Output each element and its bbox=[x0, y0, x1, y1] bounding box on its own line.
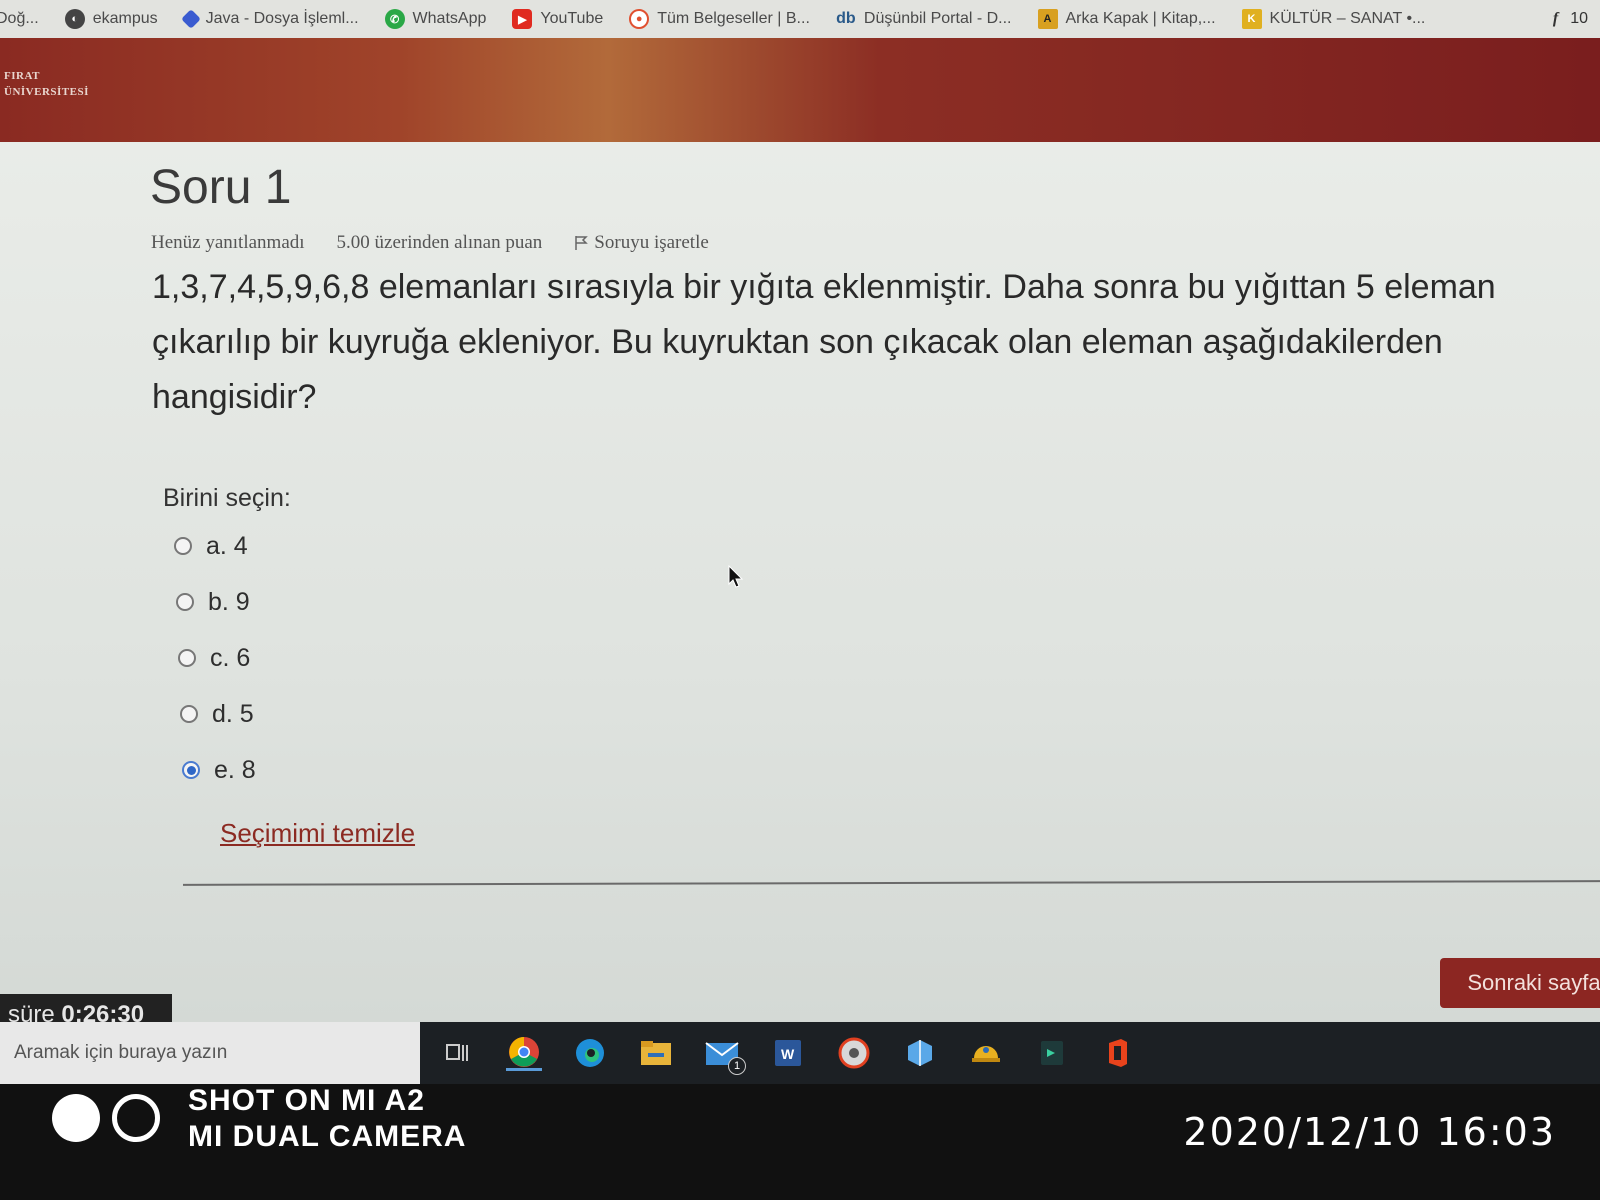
option-c-radio[interactable] bbox=[178, 649, 196, 667]
divider bbox=[182, 880, 1600, 886]
bookmark-dog[interactable]: Doğ... bbox=[0, 10, 39, 28]
next-page-button[interactable]: Sonraki sayfa bbox=[1440, 958, 1600, 1008]
word-icon[interactable]: W bbox=[770, 1035, 806, 1071]
camera-dot-filled-icon bbox=[52, 1094, 100, 1142]
youtube-icon: ▶ bbox=[512, 9, 533, 29]
option-a[interactable]: a. 4 bbox=[174, 518, 256, 574]
bookmark-ekampus[interactable]: ◐ ekampus bbox=[64, 9, 158, 29]
bookmark-whatsapp-label: WhatsApp bbox=[412, 10, 487, 27]
camera-dot-ring-icon bbox=[112, 1094, 160, 1142]
taskbar-apps: 1 W bbox=[440, 1035, 1136, 1075]
bookmark-ekampus-label: ekampus bbox=[92, 10, 158, 27]
option-e-radio[interactable] bbox=[182, 761, 200, 779]
file-explorer-icon[interactable] bbox=[638, 1035, 674, 1071]
whatsapp-icon: ✆ bbox=[384, 9, 405, 29]
mail-badge: 1 bbox=[728, 1057, 746, 1075]
windows-taskbar: Aramak için buraya yazın 1 W bbox=[0, 1022, 1600, 1084]
bookmark-dusunbil[interactable]: db Düşünbil Portal - D... bbox=[836, 9, 1012, 29]
bookmark-arka-kapak[interactable]: A Arka Kapak | Kitap,... bbox=[1037, 9, 1216, 29]
option-c[interactable]: c. 6 bbox=[178, 630, 256, 686]
option-d[interactable]: d. 5 bbox=[180, 686, 256, 742]
bookmark-kultur[interactable]: K KÜLTÜR – SANAT •... bbox=[1241, 9, 1426, 29]
option-e-label[interactable]: e. 8 bbox=[214, 756, 256, 785]
flag-icon bbox=[575, 236, 589, 250]
answer-prompt: Birini seçin: bbox=[163, 484, 291, 512]
answer-options: a. 4 b. 9 c. 6 d. 5 e. 8 bbox=[174, 518, 256, 798]
belgesel-icon: ● bbox=[629, 9, 650, 29]
question-title: Soru 1 bbox=[150, 161, 292, 214]
arka-kapak-icon: A bbox=[1037, 9, 1058, 29]
option-d-radio[interactable] bbox=[180, 705, 198, 723]
question-panel: Soru 1 Henüz yanıtlanmadı 5.00 üzerinden… bbox=[0, 142, 1600, 1036]
photo-datetime: 2020/12/10 16:03 bbox=[1183, 1110, 1556, 1154]
camera-watermark: SHOT ON MI A2 MI DUAL CAMERA 2020/12/10 … bbox=[0, 1084, 1600, 1200]
media-icon[interactable] bbox=[836, 1035, 872, 1071]
bookmark-arka-kapak-label: Arka Kapak | Kitap,... bbox=[1065, 10, 1216, 27]
bookmark-kultur-label: KÜLTÜR – SANAT •... bbox=[1269, 10, 1426, 27]
option-a-radio[interactable] bbox=[174, 537, 192, 555]
bookmark-java-label: Java - Dosya İşleml... bbox=[205, 10, 359, 27]
flag-question-label: Soruyu işaretle bbox=[594, 232, 709, 253]
helmet-icon[interactable] bbox=[968, 1035, 1004, 1071]
option-b-label[interactable]: b. 9 bbox=[208, 588, 250, 617]
bookmark-youtube-label: YouTube bbox=[540, 10, 604, 27]
question-points: 5.00 üzerinden alınan puan bbox=[336, 232, 543, 253]
java-diamond-icon bbox=[180, 9, 201, 29]
kultur-icon: K bbox=[1241, 9, 1262, 29]
app-icon[interactable] bbox=[1034, 1035, 1070, 1071]
chrome-icon[interactable] bbox=[506, 1035, 542, 1071]
option-d-label[interactable]: d. 5 bbox=[212, 700, 254, 729]
task-view-icon[interactable] bbox=[440, 1035, 476, 1071]
logo-line-1: FIRAT bbox=[4, 70, 40, 82]
option-e[interactable]: e. 8 bbox=[182, 742, 256, 798]
bookmark-belgeseller[interactable]: ● Tüm Belgeseller | B... bbox=[629, 9, 810, 29]
edge-icon[interactable] bbox=[572, 1035, 608, 1071]
bookmark-java[interactable]: Java - Dosya İşleml... bbox=[180, 9, 359, 29]
mail-icon[interactable]: 1 bbox=[704, 1035, 746, 1075]
svg-text:W: W bbox=[781, 1046, 795, 1062]
camera-type: MI DUAL CAMERA bbox=[188, 1120, 467, 1153]
option-c-label[interactable]: c. 6 bbox=[210, 644, 250, 673]
question-meta: Henüz yanıtlanmadı 5.00 üzerinden alınan… bbox=[151, 232, 709, 254]
office-icon[interactable] bbox=[1100, 1035, 1136, 1071]
site-header: FIRAT ÜNİVERSİTESİ bbox=[0, 38, 1600, 142]
option-b-radio[interactable] bbox=[176, 593, 194, 611]
question-text: 1,3,7,4,5,9,6,8 elemanları sırasıyla bir… bbox=[152, 268, 1496, 416]
clear-selection-link[interactable]: Seçimimi temizle bbox=[220, 818, 415, 849]
mouse-cursor-icon bbox=[728, 565, 744, 588]
bookmarks-bar: Doğ... ◐ ekampus Java - Dosya İşleml... … bbox=[0, 0, 1600, 38]
flag-question-link[interactable]: Soruyu işaretle bbox=[574, 232, 709, 254]
taskbar-search-input[interactable]: Aramak için buraya yazın bbox=[0, 1022, 420, 1084]
bookmark-belgeseller-label: Tüm Belgeseller | B... bbox=[657, 10, 810, 27]
logo-line-2: ÜNİVERSİTESİ bbox=[4, 86, 89, 98]
option-b[interactable]: b. 9 bbox=[176, 574, 256, 630]
db-icon: db bbox=[836, 10, 856, 27]
bookmark-overflow[interactable]: f 10 bbox=[1553, 10, 1588, 28]
bookmark-count: 10 bbox=[1570, 10, 1588, 27]
bookmark-dog-label: Doğ... bbox=[0, 10, 39, 27]
option-a-label[interactable]: a. 4 bbox=[206, 532, 248, 561]
question-status: Henüz yanıtlanmadı bbox=[151, 232, 305, 253]
bookmark-whatsapp[interactable]: ✆ WhatsApp bbox=[384, 9, 487, 29]
university-logo[interactable]: FIRAT ÜNİVERSİTESİ bbox=[4, 68, 89, 100]
bookmark-dusunbil-label: Düşünbil Portal - D... bbox=[863, 10, 1012, 27]
ekampus-icon: ◐ bbox=[64, 9, 85, 29]
facebook-icon: f bbox=[1552, 10, 1559, 27]
bookmark-youtube[interactable]: ▶ YouTube bbox=[512, 9, 603, 29]
camera-model: SHOT ON MI A2 bbox=[188, 1084, 425, 1117]
box-icon[interactable] bbox=[902, 1035, 938, 1071]
